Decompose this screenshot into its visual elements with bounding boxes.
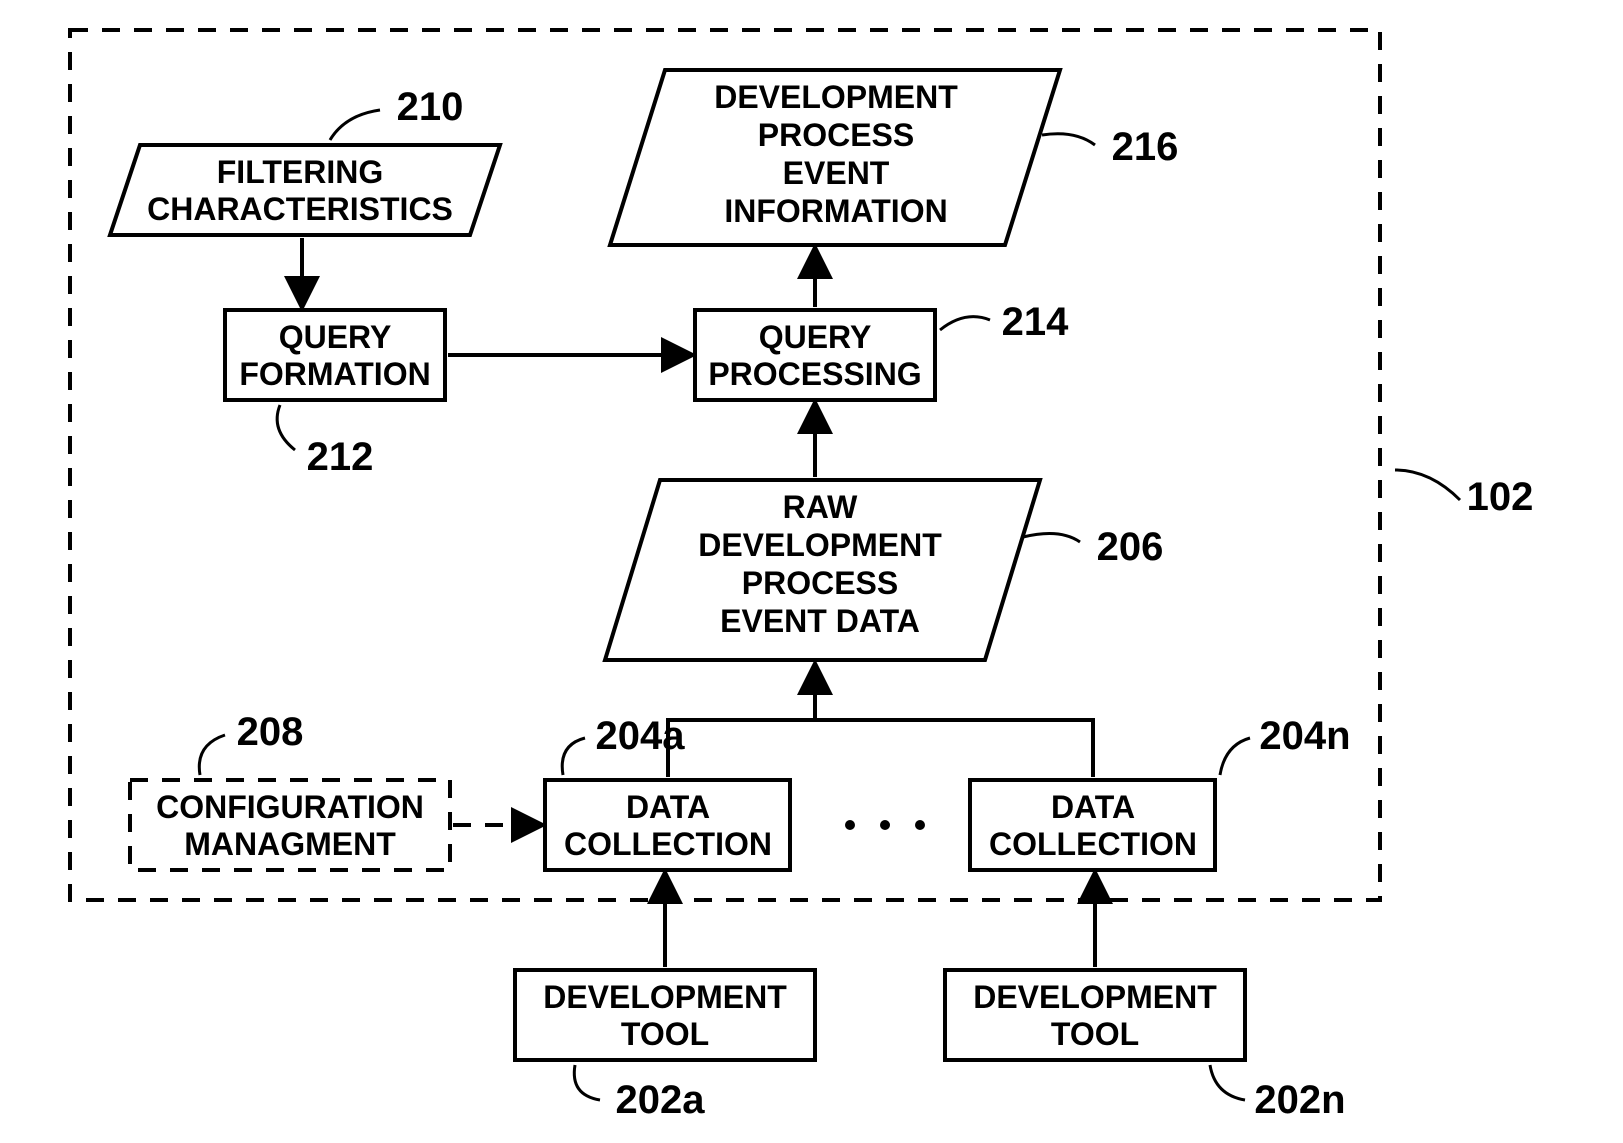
ref-leader-216: [1042, 134, 1095, 145]
ref-210: 210: [397, 85, 464, 129]
dev-info-l4: INFORMATION: [724, 193, 947, 229]
query-processing-l2: PROCESSING: [708, 356, 921, 392]
ref-leader-204n: [1220, 738, 1250, 775]
config-mgmt-l2: MANAGMENT: [184, 826, 396, 862]
ref-202a: 202a: [616, 1078, 706, 1122]
data-coll-a-l1: DATA: [626, 789, 710, 825]
ref-leader-102: [1395, 470, 1460, 500]
raw-data-l3: PROCESS: [742, 565, 898, 601]
ref-214: 214: [1002, 300, 1069, 344]
filtering-l1: FILTERING: [217, 154, 384, 190]
ref-leader-206: [1023, 533, 1080, 542]
query-formation-l1: QUERY: [279, 319, 392, 355]
raw-data-l1: RAW: [783, 489, 858, 525]
data-coll-a-l2: COLLECTION: [564, 826, 772, 862]
dev-tool-n-l1: DEVELOPMENT: [973, 979, 1217, 1015]
dev-tool-a-l1: DEVELOPMENT: [543, 979, 787, 1015]
query-formation-l2: FORMATION: [239, 356, 430, 392]
ref-202n: 202n: [1254, 1078, 1345, 1122]
flowchart-diagram: 102 FILTERING CHARACTERISTICS 210 DEVELO…: [0, 0, 1623, 1138]
ref-leader-212: [277, 405, 295, 450]
filtering-l2: CHARACTERISTICS: [147, 191, 453, 227]
ellipsis-icon: [845, 820, 925, 830]
query-processing-l1: QUERY: [759, 319, 872, 355]
ref-leader-214: [940, 317, 990, 330]
ref-leader-208: [199, 735, 225, 775]
dev-tool-a-l2: TOOL: [621, 1016, 709, 1052]
data-coll-n-l2: COLLECTION: [989, 826, 1197, 862]
ref-leader-202n: [1210, 1065, 1245, 1100]
raw-data-l4: EVENT DATA: [720, 603, 920, 639]
config-mgmt-l1: CONFIGURATION: [156, 789, 424, 825]
ref-208: 208: [237, 710, 304, 754]
arrow-datacoll-n-to-rawdata: [815, 720, 1093, 777]
dev-tool-n-l2: TOOL: [1051, 1016, 1139, 1052]
arrow-datacoll-a-to-rawdata: [668, 665, 815, 777]
ref-leader-204a: [562, 738, 585, 775]
ref-leader-202a: [574, 1065, 600, 1100]
ref-206: 206: [1097, 525, 1164, 569]
dev-info-l2: PROCESS: [758, 117, 914, 153]
ref-102: 102: [1467, 475, 1534, 519]
dev-info-l1: DEVELOPMENT: [714, 79, 958, 115]
raw-data-l2: DEVELOPMENT: [698, 527, 942, 563]
ref-leader-210: [330, 110, 380, 140]
ref-212: 212: [307, 435, 374, 479]
ref-216: 216: [1112, 125, 1179, 169]
ref-204n: 204n: [1259, 714, 1350, 758]
data-coll-n-l1: DATA: [1051, 789, 1135, 825]
dev-info-l3: EVENT: [783, 155, 890, 191]
